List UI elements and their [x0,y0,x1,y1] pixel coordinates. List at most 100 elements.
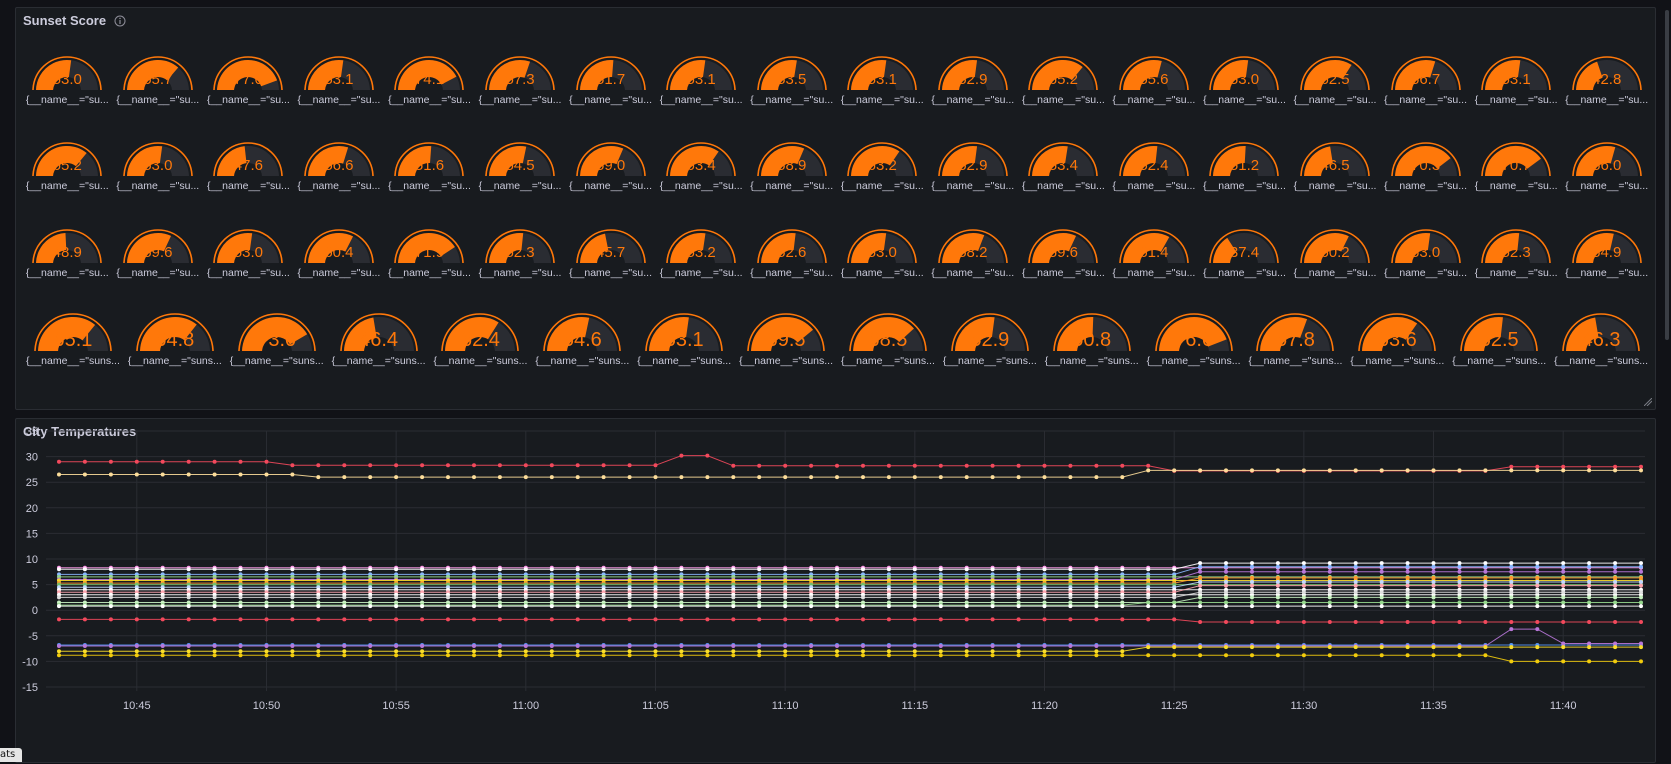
data-point [783,617,788,622]
data-point [472,653,476,658]
sunset-gauge[interactable]: 52.9 {__name__="su... [928,132,1019,200]
data-point [1224,653,1228,658]
sunset-gauge[interactable]: 53.0 {__name__="su... [1380,219,1471,287]
sunset-gauge[interactable]: 70.7 {__name__="su... [1471,132,1562,200]
sunset-gauge[interactable]: 52.4 {__name__="su... [1109,132,1200,200]
sunset-gauge[interactable]: 56.7 {__name__="su... [1380,46,1471,114]
sunset-gauge[interactable]: 64.8 {__name__="suns... [124,303,226,375]
data-point [990,653,995,658]
sunset-gauge[interactable]: 60.2 {__name__="su... [1290,219,1381,287]
sunset-gauge[interactable]: 52.9 {__name__="su... [928,46,1019,114]
page-scrollbar[interactable] [1665,10,1669,340]
sunset-gauge[interactable]: 48.9 {__name__="su... [22,219,113,287]
sunset-gauge[interactable]: 63.4 {__name__="su... [656,132,747,200]
gauge-series-label: {__name__="su... [1384,94,1468,106]
temperature-line-chart[interactable]: 35 30 25 20 15 10 5 0 -5 -10 -15 10:45 10:50 10:55 11:… [16,419,1657,764]
sunset-gauge[interactable]: 52.3 {__name__="su... [475,219,566,287]
sunset-gauge[interactable]: 54.5 {__name__="su... [475,132,566,200]
data-point [1535,604,1540,609]
sunset-gauge[interactable]: 53.5 {__name__="su... [746,46,837,114]
data-point [523,475,528,480]
data-point [1457,604,1462,609]
sunset-gauge[interactable]: 53.0 {__name__="su... [837,219,928,287]
sunset-gauge[interactable]: 58.2 {__name__="su... [928,219,1019,287]
sunset-gauge[interactable]: 53.0 {__name__="su... [22,46,113,114]
sunset-gauge[interactable]: 56.0 {__name__="su... [1561,132,1652,200]
sunset-gauge[interactable]: 53.4 {__name__="su... [1018,132,1109,200]
sunset-gauge[interactable]: 62.5 {__name__="su... [1290,46,1381,114]
sunset-gauge[interactable]: 65.7 {__name__="su... [113,46,204,114]
sunset-gauge[interactable]: 56.6 {__name__="su... [294,132,385,200]
data-point [1094,644,1099,648]
sunset-gauge[interactable]: 50.8 {__name__="suns... [1041,303,1143,375]
sunset-gauge[interactable]: 70.3 {__name__="su... [1380,132,1471,200]
data-point [575,567,580,572]
sunset-gauge[interactable]: 46.4 {__name__="suns... [328,303,430,375]
sunset-gauge[interactable]: 53.1 {__name__="su... [656,46,747,114]
sunset-gauge[interactable]: 53.0 {__name__="su... [203,219,294,287]
sunset-gauge[interactable]: 46.5 {__name__="su... [1290,132,1381,200]
x-tick-label: 11:20 [1031,700,1058,712]
sunset-gauge[interactable]: 60.4 {__name__="su... [294,219,385,287]
sunset-gauge[interactable]: 76.6 {__name__="suns... [1143,303,1245,375]
sunset-gauge[interactable]: 59.6 {__name__="su... [1018,219,1109,287]
sunset-gauge[interactable]: 53.1 {__name__="su... [837,46,928,114]
sunset-gauge[interactable]: 54.6 {__name__="suns... [531,303,633,375]
sunset-gauge[interactable]: 59.6 {__name__="su... [113,219,204,287]
sunset-gauge[interactable]: 65.1 {__name__="suns... [22,303,124,375]
data-point [1639,595,1643,600]
sunset-gauge[interactable]: 65.2 {__name__="su... [1018,46,1109,114]
data-point [472,595,476,600]
sunset-gauge[interactable]: 57.8 {__name__="suns... [1245,303,1347,375]
sunset-gauge[interactable]: 51.2 {__name__="su... [1199,132,1290,200]
sunset-gauge[interactable]: 54.9 {__name__="su... [1561,219,1652,287]
sunset-gauge[interactable]: 53.1 {__name__="su... [1471,46,1562,114]
sunset-gauge[interactable]: 62.4 {__name__="suns... [430,303,532,375]
series-line [59,585,1641,593]
sunset-gauge[interactable]: 77.0 {__name__="su... [203,46,294,114]
sunset-gauge[interactable]: 52.3 {__name__="su... [1471,219,1562,287]
resize-handle-icon[interactable] [1644,398,1652,406]
data-point [938,644,943,648]
gauge-value: 52.9 [958,157,988,174]
sunset-gauge[interactable]: 37.4 {__name__="su... [1199,219,1290,287]
gauge-value: 53.1 [324,71,354,88]
sunset-gauge[interactable]: 69.5 {__name__="suns... [735,303,837,375]
sunset-gauge[interactable]: 52.6 {__name__="su... [746,219,837,287]
sunset-gauge[interactable]: 53.2 {__name__="su... [656,219,747,287]
gauge-value: 53.0 [1411,244,1441,261]
sunset-gauge[interactable]: 71.9 {__name__="su... [384,219,475,287]
info-circle-icon[interactable] [114,15,126,27]
data-point [1405,620,1410,624]
sunset-gauge[interactable]: 68.5 {__name__="suns... [837,303,939,375]
sunset-gauge[interactable]: 53.1 {__name__="suns... [633,303,735,375]
sunset-gauge[interactable]: 63.2 {__name__="su... [837,132,928,200]
sunset-gauge[interactable]: 53.0 {__name__="su... [1199,46,1290,114]
sunset-gauge[interactable]: 46.3 {__name__="suns... [1550,303,1652,375]
data-point [1016,475,1021,480]
panel-title[interactable]: Sunset Score [23,13,106,28]
sunset-gauge[interactable]: 65.2 {__name__="su... [22,132,113,200]
sunset-gauge[interactable]: 59.0 {__name__="su... [565,132,656,200]
sunset-gauge[interactable]: 57.3 {__name__="su... [475,46,566,114]
data-point [316,595,321,600]
data-point [446,653,450,658]
sunset-gauge[interactable]: 61.4 {__name__="su... [1109,219,1200,287]
data-point [1327,590,1332,595]
data-point [1224,564,1228,569]
sunset-gauge[interactable]: 42.8 {__name__="su... [1561,46,1652,114]
sunset-gauge[interactable]: 52.5 {__name__="suns... [1448,303,1550,375]
sunset-gauge[interactable]: 74.1 {__name__="su... [384,46,475,114]
sunset-gauge[interactable]: 52.9 {__name__="suns... [939,303,1041,375]
sunset-gauge[interactable]: 47.6 {__name__="su... [203,132,294,200]
sunset-gauge[interactable]: 55.6 {__name__="su... [1109,46,1200,114]
sunset-gauge[interactable]: 53.1 {__name__="su... [294,46,385,114]
stats-tab[interactable]: ats [0,748,22,762]
sunset-gauge[interactable]: 53.0 {__name__="su... [113,132,204,200]
sunset-gauge[interactable]: 45.7 {__name__="su... [565,219,656,287]
sunset-gauge[interactable]: 51.6 {__name__="su... [384,132,475,200]
sunset-gauge[interactable]: 63.6 {__name__="suns... [1346,303,1448,375]
sunset-gauge[interactable]: 51.7 {__name__="su... [565,46,656,114]
sunset-gauge[interactable]: 58.9 {__name__="su... [746,132,837,200]
sunset-gauge[interactable]: 73.0 {__name__="suns... [226,303,328,375]
